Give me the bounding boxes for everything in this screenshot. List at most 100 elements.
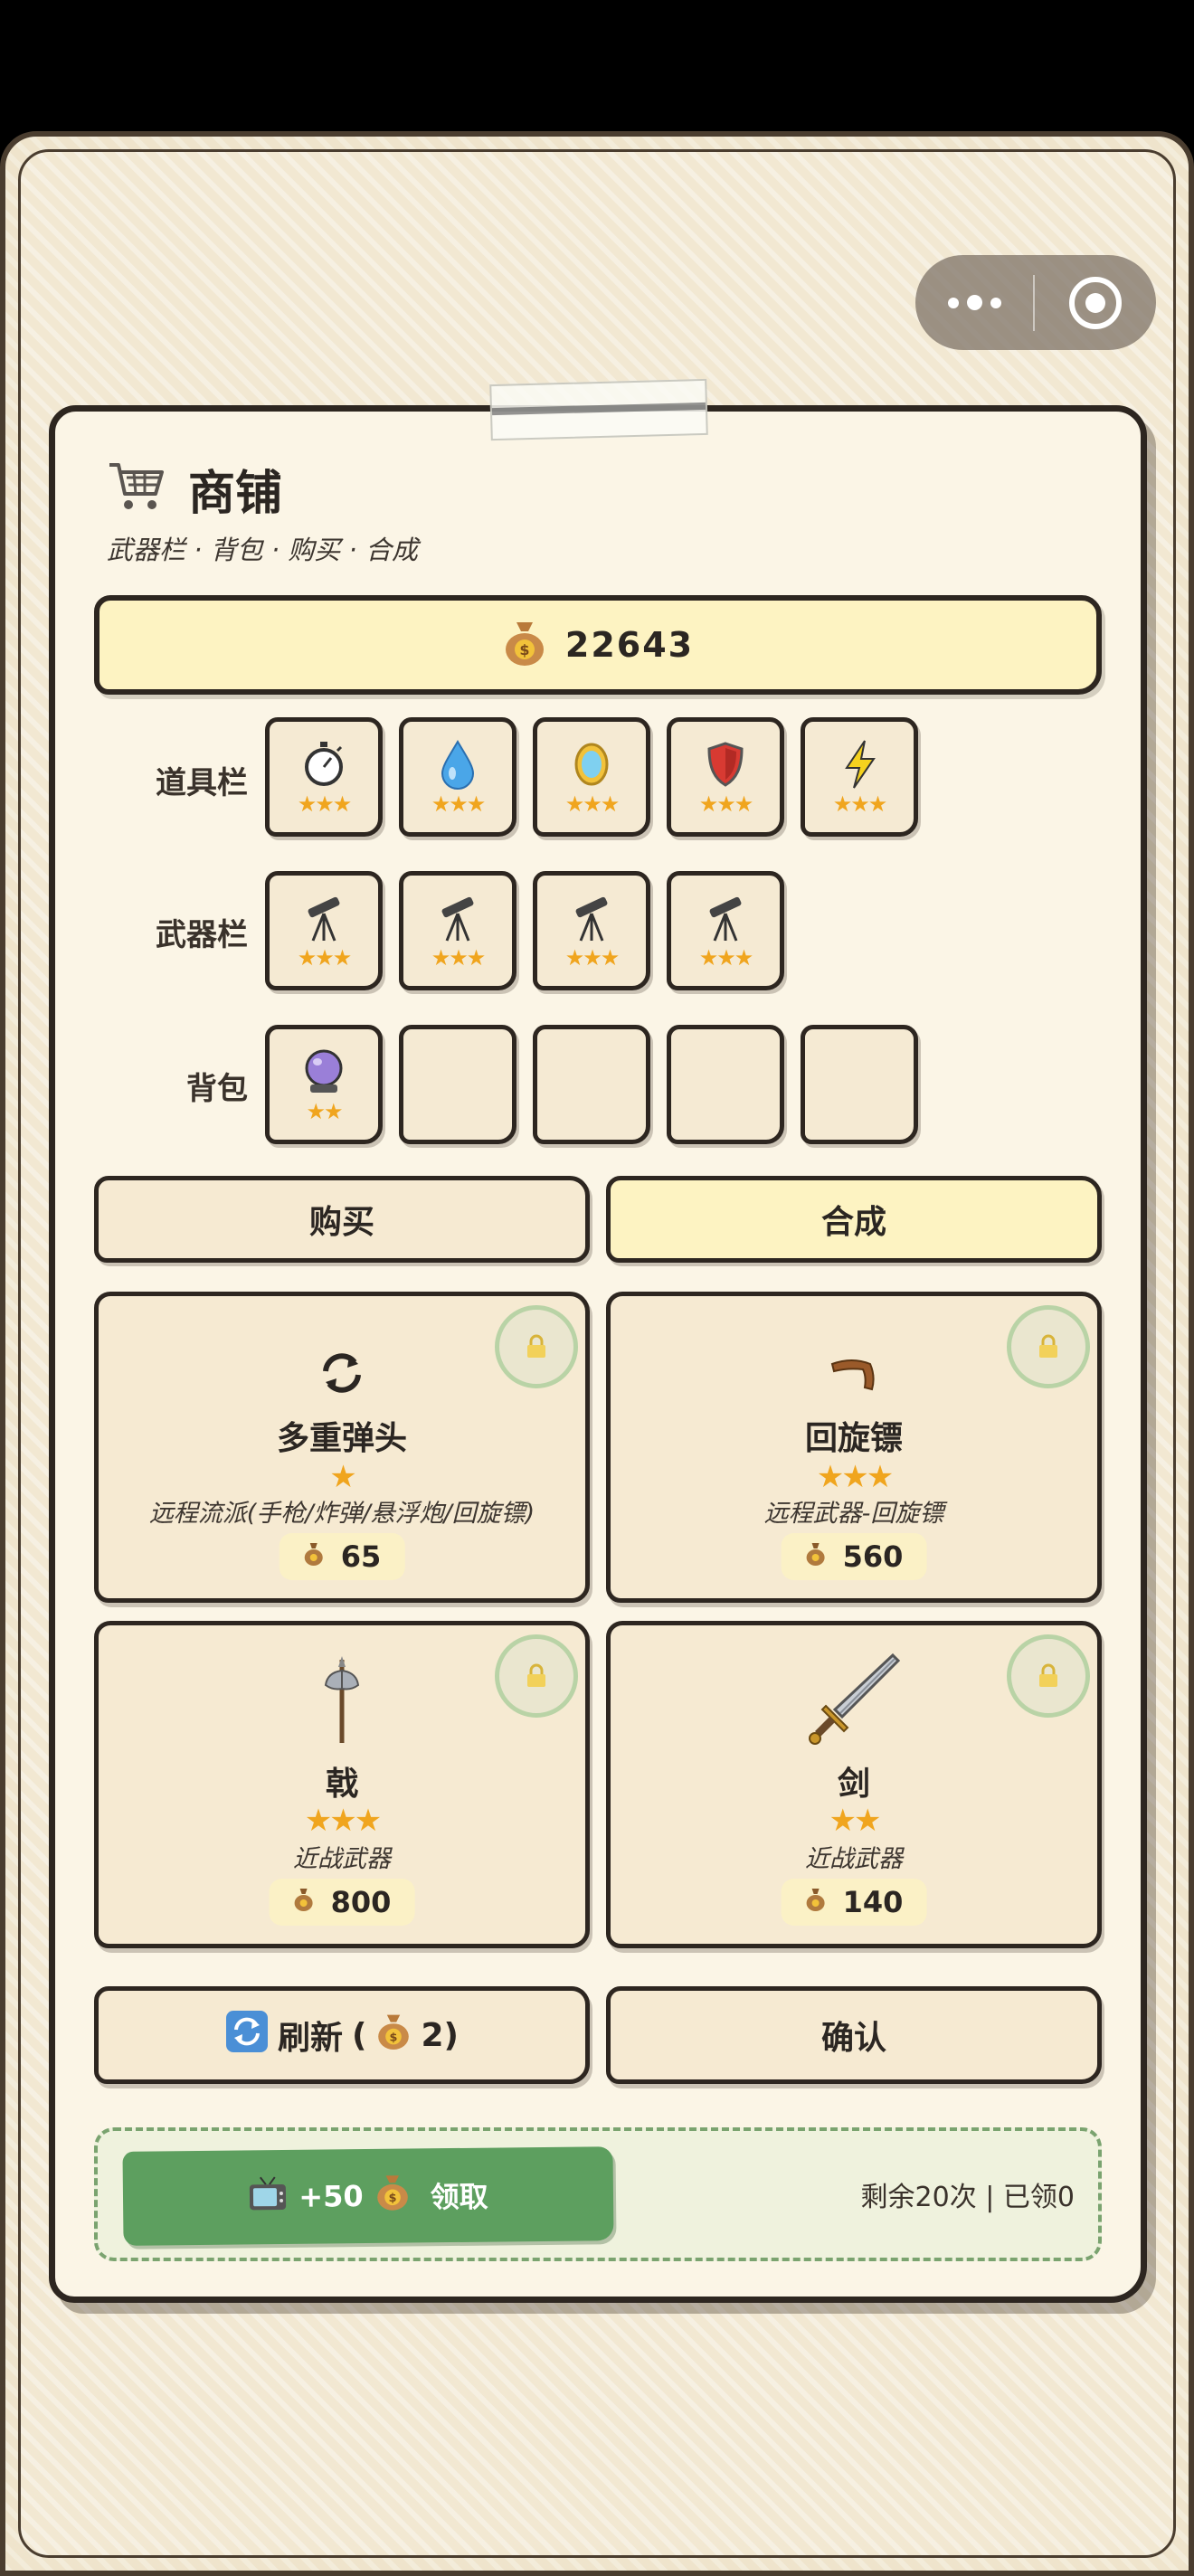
tab-buy[interactable]: 购买 — [94, 1176, 590, 1263]
backpack-slot-3[interactable] — [533, 1025, 650, 1144]
svg-text:$: $ — [390, 2031, 398, 2044]
svg-text:$: $ — [519, 641, 529, 658]
money-bag-icon — [805, 1539, 827, 1574]
shop-card-4[interactable]: 剑 ★★ 近战武器 140 — [606, 1621, 1102, 1948]
shop-header: 商铺 — [107, 457, 283, 521]
crystal-ball-icon — [298, 1046, 349, 1097]
lightning-icon — [834, 739, 885, 790]
telescope-icon — [700, 893, 751, 943]
target-close-icon[interactable] — [1035, 255, 1156, 350]
slot-stars: ★★★ — [564, 791, 621, 817]
card-stars: ★★★ — [304, 1803, 382, 1839]
money-bag-icon: $ — [375, 2012, 412, 2060]
slot-stars: ★★ — [306, 1099, 343, 1124]
refresh-paren: ( — [352, 2016, 367, 2054]
stopwatch-icon — [298, 739, 349, 790]
coin-balance-bar: $ 22643 — [94, 595, 1102, 695]
weapons-row-label: 武器栏 — [156, 917, 248, 953]
card-name: 回旋镖 — [804, 1420, 903, 1457]
tv-icon — [248, 2175, 289, 2219]
props-row-label: 道具栏 — [156, 765, 248, 801]
shield-icon — [700, 739, 751, 790]
card-price-value: 800 — [330, 1885, 392, 1919]
card-price: 800 — [269, 1879, 415, 1926]
card-price-value: 65 — [340, 1539, 382, 1574]
telescope-icon — [298, 893, 349, 943]
backpack-slot-1[interactable]: ★★ — [265, 1025, 383, 1144]
slot-stars: ★★★ — [431, 791, 487, 817]
prop-slot-4[interactable]: ★★★ — [667, 717, 784, 837]
system-status-area — [0, 0, 1194, 131]
coin-balance-value: 22643 — [564, 625, 695, 665]
card-stars: ★★ — [829, 1803, 882, 1839]
boomerang-icon — [611, 1336, 1097, 1410]
sword-icon — [611, 1649, 1097, 1748]
card-price: 560 — [781, 1533, 927, 1580]
remaining-claims-text: 剩余20次 | 已领0 — [860, 2182, 1075, 2213]
weapon-slot-4[interactable]: ★★★ — [667, 871, 784, 990]
card-name: 剑 — [837, 1766, 870, 1803]
prop-slot-5[interactable]: ★★★ — [801, 717, 918, 837]
money-bag-icon — [303, 1539, 325, 1574]
slot-stars: ★★★ — [297, 791, 353, 817]
card-name: 多重弹头 — [276, 1420, 407, 1457]
slot-stars: ★★★ — [698, 945, 754, 971]
refresh-button[interactable]: 刷新 ( $ 2) — [94, 1986, 590, 2084]
refresh-arrows-icon — [99, 1336, 585, 1410]
slot-stars: ★★★ — [698, 791, 754, 817]
card-description: 远程流派(手枪/炸弹/悬浮炮/回旋镖) — [148, 1500, 535, 1528]
claim-label: 领取 — [430, 2179, 488, 2215]
reward-amount: +50 — [298, 2179, 364, 2214]
more-dots-icon[interactable] — [915, 255, 1033, 350]
card-price-value: 140 — [842, 1885, 904, 1919]
claim-reward-button[interactable]: +50 $ 领取 — [122, 2146, 614, 2246]
prop-slot-2[interactable]: ★★★ — [399, 717, 516, 837]
water-drop-icon — [432, 739, 483, 790]
card-price-value: 560 — [842, 1539, 904, 1574]
card-description: 近战武器 — [293, 1845, 391, 1873]
ad-reward-bar: +50 $ 领取 剩余20次 | 已领0 — [94, 2127, 1102, 2261]
weapon-slot-1[interactable]: ★★★ — [265, 871, 383, 990]
page-subtitle: 武器栏 · 背包 · 购买 · 合成 — [107, 535, 418, 565]
prop-slot-1[interactable]: ★★★ — [265, 717, 383, 837]
weapon-slot-3[interactable]: ★★★ — [533, 871, 650, 990]
shop-card-1[interactable]: 多重弹头 ★ 远程流派(手枪/炸弹/悬浮炮/回旋镖) 65 — [94, 1292, 590, 1603]
money-bag-icon: $ — [502, 619, 547, 671]
card-description: 近战武器 — [805, 1845, 903, 1873]
prop-slot-3[interactable]: ★★★ — [533, 717, 650, 837]
backpack-slot-4[interactable] — [667, 1025, 784, 1144]
card-price: 65 — [279, 1533, 405, 1580]
card-name: 戟 — [325, 1766, 358, 1803]
tab-merge[interactable]: 合成 — [606, 1176, 1102, 1263]
svg-text:$: $ — [388, 2192, 396, 2205]
telescope-icon — [566, 893, 617, 943]
slot-stars: ★★★ — [431, 945, 487, 971]
tape-decoration — [489, 378, 708, 441]
backpack-slot-2[interactable] — [399, 1025, 516, 1144]
mirror-icon — [566, 739, 617, 790]
weapon-slot-2[interactable]: ★★★ — [399, 871, 516, 990]
money-bag-icon — [805, 1885, 827, 1919]
mini-program-capsule — [915, 255, 1156, 350]
shopping-cart-icon — [107, 459, 166, 517]
card-description: 远程武器-回旋镖 — [763, 1500, 944, 1528]
money-bag-icon — [293, 1885, 315, 1919]
slot-stars: ★★★ — [297, 945, 353, 971]
telescope-icon — [432, 893, 483, 943]
card-stars: ★ — [329, 1459, 356, 1495]
backpack-slot-5[interactable] — [801, 1025, 918, 1144]
page-title: 商铺 — [188, 466, 283, 521]
card-stars: ★★★ — [816, 1459, 894, 1495]
backpack-row-label: 背包 — [186, 1071, 248, 1107]
shop-card-3[interactable]: 戟 ★★★ 近战武器 800 — [94, 1621, 590, 1948]
refresh-label: 刷新 — [278, 2020, 344, 2057]
money-bag-icon: $ — [374, 2173, 411, 2220]
halberd-icon — [99, 1653, 585, 1747]
refresh-cost: 2) — [421, 2016, 459, 2054]
slot-stars: ★★★ — [564, 945, 621, 971]
slot-stars: ★★★ — [832, 791, 888, 817]
shop-card-2[interactable]: 回旋镖 ★★★ 远程武器-回旋镖 560 — [606, 1292, 1102, 1603]
card-price: 140 — [781, 1879, 927, 1926]
confirm-button[interactable]: 确认 — [606, 1986, 1102, 2084]
refresh-icon — [225, 2010, 269, 2061]
